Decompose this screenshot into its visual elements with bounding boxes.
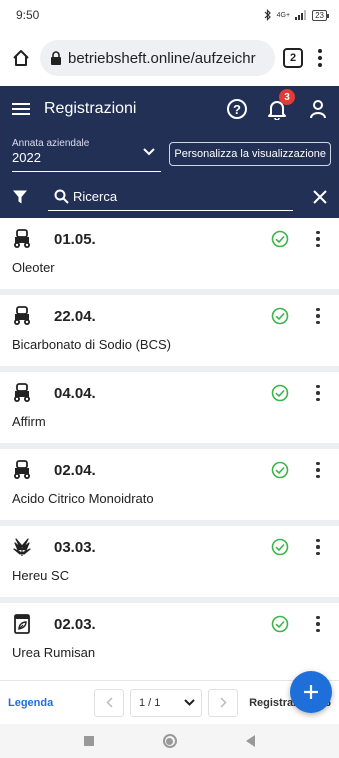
bluetooth-icon bbox=[264, 9, 271, 21]
customize-view-button[interactable]: Personalizza la visualizzazione bbox=[169, 142, 331, 166]
close-icon[interactable] bbox=[313, 190, 327, 204]
next-page-button[interactable] bbox=[208, 688, 238, 717]
record-name: Hereu SC bbox=[12, 568, 70, 583]
chevron-right-icon bbox=[219, 697, 227, 708]
chevron-down-icon bbox=[143, 148, 156, 156]
recents-button[interactable] bbox=[84, 736, 95, 746]
home-nav-button[interactable] bbox=[162, 734, 177, 748]
fertilizer-bag-icon bbox=[14, 614, 30, 634]
status-bar: 9:50 4G+ 23 bbox=[0, 0, 339, 30]
search-input[interactable] bbox=[73, 189, 253, 204]
record-menu-button[interactable] bbox=[313, 384, 323, 402]
address-bar[interactable]: betriebsheft.online/aufzeichr bbox=[40, 40, 275, 76]
tractor-icon bbox=[14, 306, 30, 325]
record-date: 01.05. bbox=[54, 230, 96, 248]
check-circle-icon bbox=[271, 307, 289, 325]
url-text: betriebsheft.online/aufzeichr bbox=[68, 49, 256, 67]
chevron-left-icon bbox=[105, 697, 113, 708]
search-field[interactable] bbox=[48, 183, 293, 211]
lock-icon bbox=[51, 51, 61, 65]
prev-page-button[interactable] bbox=[94, 688, 124, 717]
tractor-icon bbox=[14, 460, 30, 479]
home-icon bbox=[13, 50, 29, 66]
record-name: Oleoter bbox=[12, 260, 55, 275]
check-circle-icon bbox=[271, 461, 289, 479]
tractor-icon bbox=[14, 383, 30, 402]
legend-link[interactable]: Legenda bbox=[8, 697, 94, 709]
browser-toolbar: betriebsheft.online/aufzeichr 2 bbox=[0, 30, 339, 86]
record-card[interactable]: 22.04. Bicarbonato di Sodio (BCS) bbox=[0, 295, 339, 366]
page-title: Registrazioni bbox=[44, 100, 137, 117]
menu-icon[interactable] bbox=[12, 103, 30, 115]
tabs-button[interactable]: 2 bbox=[283, 48, 303, 68]
signal-icon bbox=[295, 10, 307, 20]
filter-icon[interactable] bbox=[12, 189, 28, 205]
record-date: 02.03. bbox=[54, 615, 96, 633]
record-menu-button[interactable] bbox=[313, 230, 323, 248]
record-name: Urea Rumisan bbox=[12, 645, 96, 660]
add-record-button[interactable] bbox=[290, 671, 332, 713]
record-name: Bicarbonato di Sodio (BCS) bbox=[12, 337, 171, 352]
records-list: 01.05. Oleoter 22.04. Bicarbonato di Sod… bbox=[0, 218, 339, 674]
status-icons: 4G+ 23 bbox=[264, 9, 329, 21]
check-circle-icon bbox=[271, 230, 289, 248]
record-menu-button[interactable] bbox=[313, 538, 323, 556]
pagination: 1 / 1 bbox=[94, 688, 238, 717]
notifications-button[interactable]: 3 bbox=[267, 89, 295, 121]
record-card[interactable]: 03.03. Hereu SC bbox=[0, 526, 339, 597]
search-bar bbox=[0, 176, 339, 218]
record-date: 02.04. bbox=[54, 461, 96, 479]
check-circle-icon bbox=[271, 615, 289, 633]
record-card[interactable]: 02.04. Acido Citrico Monoidrato bbox=[0, 449, 339, 520]
status-time: 9:50 bbox=[16, 8, 40, 22]
record-card[interactable]: 04.04. Affirm bbox=[0, 372, 339, 443]
record-menu-button[interactable] bbox=[313, 615, 323, 633]
network-label: 4G+ bbox=[276, 11, 291, 19]
browser-menu-button[interactable] bbox=[311, 49, 329, 67]
record-name: Affirm bbox=[12, 414, 46, 429]
record-name: Acido Citrico Monoidrato bbox=[12, 491, 154, 506]
year-value: 2022 bbox=[12, 150, 41, 165]
record-date: 03.03. bbox=[54, 538, 96, 556]
search-icon bbox=[54, 189, 69, 204]
check-circle-icon bbox=[271, 384, 289, 402]
page-select[interactable]: 1 / 1 bbox=[130, 688, 202, 717]
page-value: 1 / 1 bbox=[139, 696, 161, 709]
notification-badge: 3 bbox=[279, 89, 295, 105]
record-date: 04.04. bbox=[54, 384, 96, 402]
system-nav-bar bbox=[0, 724, 339, 758]
user-icon[interactable] bbox=[309, 99, 327, 119]
home-button[interactable] bbox=[10, 47, 32, 69]
list-footer: Legenda 1 / 1 Registrazioni: 6 bbox=[0, 680, 339, 724]
record-date: 22.04. bbox=[54, 307, 96, 325]
record-menu-button[interactable] bbox=[313, 307, 323, 325]
record-card[interactable]: 01.05. Oleoter bbox=[0, 218, 339, 289]
year-select[interactable]: Annata aziendale 2022 bbox=[12, 136, 162, 172]
back-button[interactable] bbox=[245, 735, 255, 747]
filter-bar: Annata aziendale 2022 Personalizza la vi… bbox=[0, 132, 339, 176]
tractor-icon bbox=[14, 229, 30, 248]
plant-icon bbox=[13, 538, 31, 556]
check-circle-icon bbox=[271, 538, 289, 556]
chevron-down-icon bbox=[184, 699, 195, 706]
app-bar: Registrazioni ? 3 bbox=[0, 86, 339, 132]
plus-icon bbox=[304, 685, 318, 699]
record-menu-button[interactable] bbox=[313, 461, 323, 479]
record-card[interactable]: 02.03. Urea Rumisan bbox=[0, 603, 339, 674]
battery-icon: 23 bbox=[312, 9, 329, 21]
year-label: Annata aziendale bbox=[12, 138, 90, 149]
help-icon[interactable]: ? bbox=[227, 99, 247, 119]
